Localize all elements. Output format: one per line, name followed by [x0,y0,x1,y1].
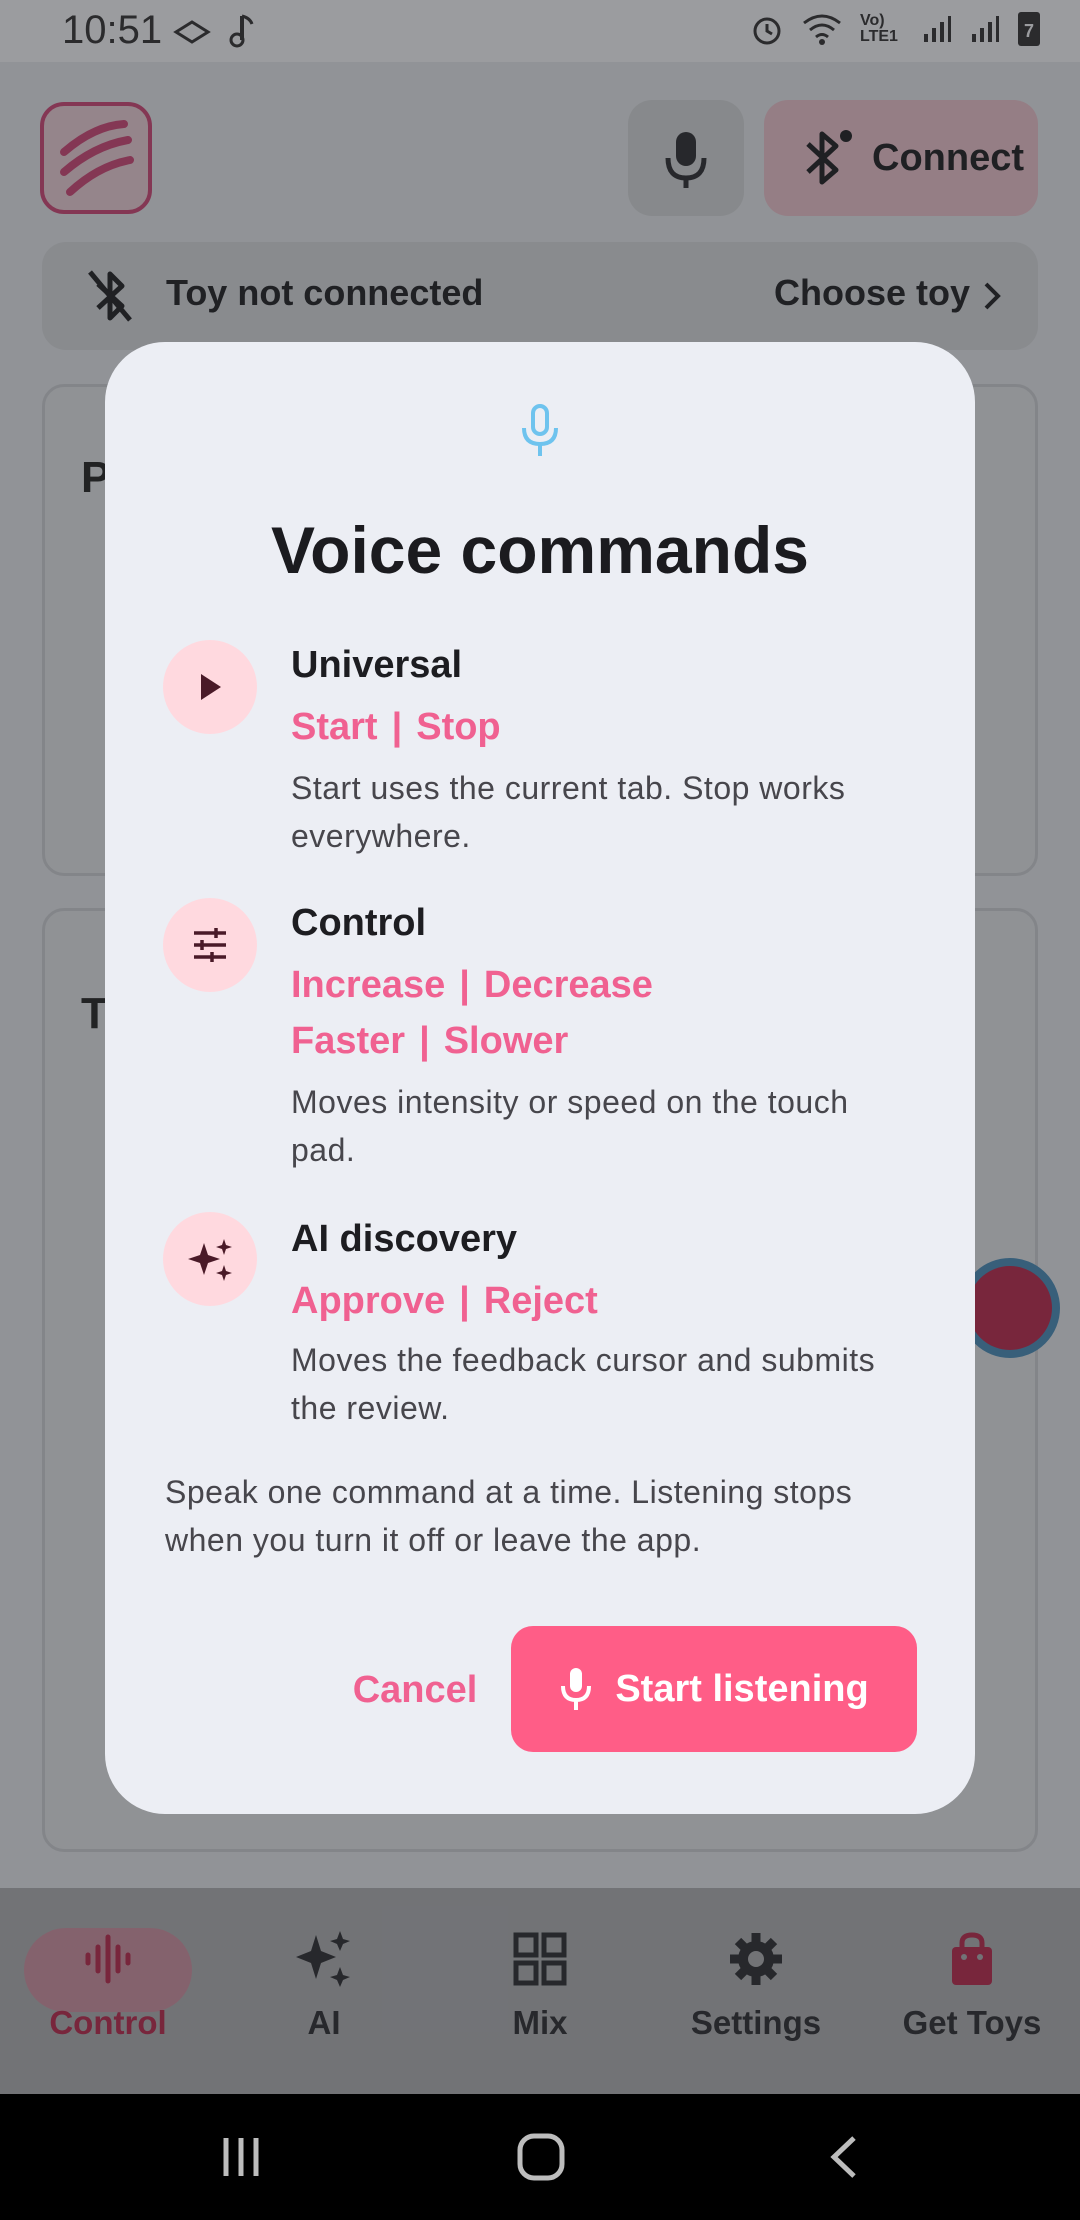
section-control-icon-circle [163,898,257,992]
status-bar: 10:51 Vo) LTE1 7 [0,0,1080,62]
commands-control-row1: Increase | Decrease [291,964,653,1007]
start-listening-button[interactable]: Start listening [511,1626,917,1752]
status-icons: Vo) LTE1 7 [750,12,1040,46]
command-approve: Approve [291,1280,446,1322]
lte-label: Vo) LTE1 [860,12,898,45]
mic-icon [522,404,558,456]
separator: | [459,964,470,1006]
section-title-universal: Universal [291,644,463,686]
play-icon [201,674,221,700]
command-stop: Stop [416,706,501,748]
separator: | [419,1020,430,1062]
home-icon[interactable] [516,2132,566,2182]
dialog-title: Voice commands [271,513,809,587]
command-faster: Faster [291,1020,406,1062]
dialog-footnote: Speak one command at a time. Listening s… [165,1474,853,1558]
battery-icon: 7 [1018,12,1040,46]
separator: | [459,1280,470,1322]
commands-control-row2: Faster | Slower [291,1020,568,1063]
recent-apps-icon[interactable] [218,2134,264,2180]
commands-ai-discovery: Approve | Reject [291,1280,598,1323]
mic-icon [561,1668,592,1710]
section-title-ai-discovery: AI discovery [291,1218,517,1260]
signal-icon [924,16,951,42]
commands-universal: Start | Stop [291,706,501,749]
section-ai-icon-circle [163,1212,257,1306]
cast-icon [173,20,211,44]
command-increase: Increase [291,964,446,1006]
description-control: Moves intensity or speed on the touch pa… [291,1084,849,1168]
sliders-icon [194,928,226,962]
voice-commands-dialog: Voice commands Universal Start | Stop Star… [105,342,975,1814]
command-decrease: Decrease [483,964,653,1006]
system-navigation-bar [0,2094,1080,2220]
alarm-icon [753,17,781,45]
signal-icon-2 [972,16,999,42]
section-universal-icon-circle [163,640,257,734]
section-title-control: Control [291,902,427,944]
separator: | [391,706,403,748]
back-icon[interactable] [826,2134,862,2180]
sparkle-icon [188,1239,232,1281]
start-listening-label: Start listening [615,1667,869,1710]
wifi-icon [803,14,841,45]
command-start: Start [291,706,378,748]
description-universal: Start uses the current tab. Stop works e… [291,770,846,854]
music-note-icon [229,14,254,48]
command-slower: Slower [443,1020,569,1062]
description-ai-discovery: Moves the feedback cursor and submits th… [291,1342,876,1426]
cancel-button[interactable]: Cancel [325,1628,505,1752]
status-time: 10:51 [62,8,163,52]
command-reject: Reject [483,1280,598,1322]
